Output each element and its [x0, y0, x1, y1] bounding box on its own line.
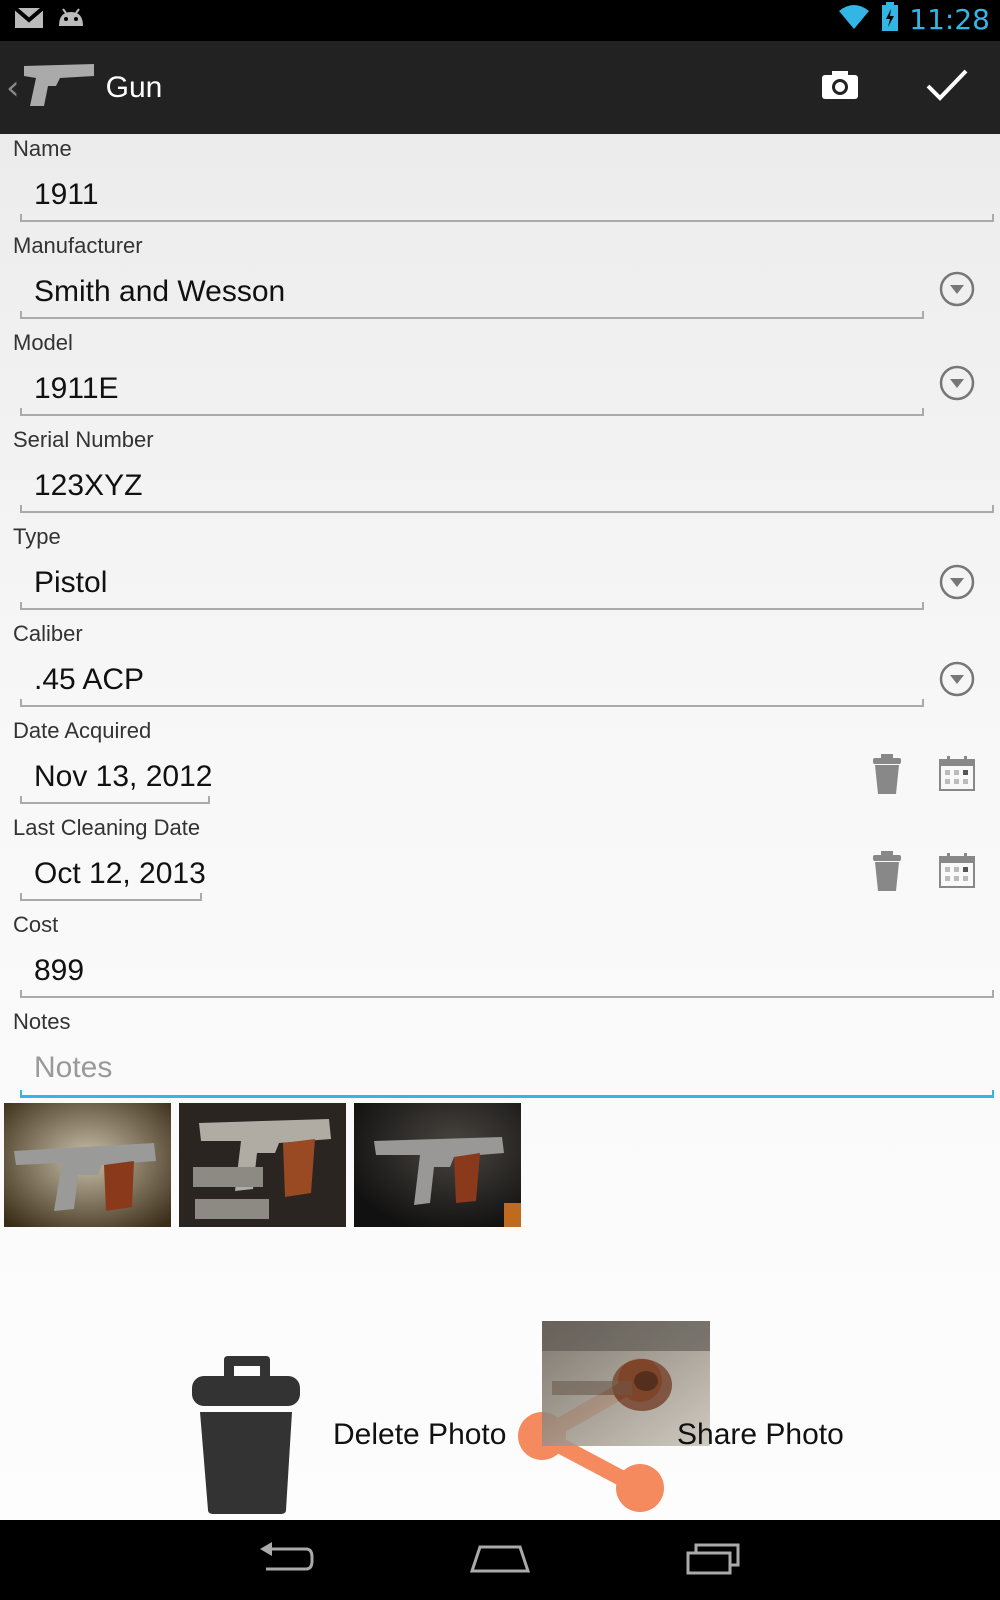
recent-apps-icon [684, 1541, 744, 1580]
delete-photo-label: Delete Photo [333, 1418, 507, 1451]
caliber-underline [20, 699, 924, 707]
manufacturer-input[interactable]: Smith and Wesson [34, 275, 285, 309]
caliber-input[interactable]: .45 ACP [34, 663, 144, 697]
save-button[interactable] [897, 41, 997, 134]
manufacturer-label: Manufacturer [13, 233, 143, 258]
up-caret-icon: ‹ [6, 67, 20, 108]
navigation-bar [0, 1520, 1000, 1600]
serial-number-field: Serial Number 123XYZ [0, 425, 1000, 522]
cost-label: Cost [13, 912, 59, 937]
name-input[interactable]: 1911 [34, 178, 99, 212]
serial-number-label: Serial Number [13, 427, 154, 452]
serial-number-underline [20, 505, 994, 513]
battery-charging-icon [881, 2, 899, 37]
pistol-icon [20, 60, 96, 115]
back-button[interactable] [236, 1530, 336, 1590]
page-title: Gun [105, 70, 163, 104]
last-cleaning-date-underline [20, 893, 202, 901]
name-underline [20, 214, 994, 222]
chevron-down-icon[interactable] [937, 659, 977, 699]
manufacturer-underline [20, 311, 924, 319]
cost-input[interactable]: 899 [34, 954, 84, 988]
back-icon [256, 1541, 316, 1580]
calendar-icon[interactable] [937, 851, 977, 891]
up-navigation[interactable]: ‹ Gun [0, 41, 162, 134]
status-bar: 11:28 [0, 0, 1000, 41]
clock: 11:28 [909, 3, 990, 36]
type-input[interactable]: Pistol [34, 566, 107, 600]
caliber-field: Caliber .45 ACP [0, 619, 1000, 716]
last-cleaning-date-field: Last Cleaning Date Oct 12, 2013 [0, 813, 1000, 910]
name-field: Name 1911 [0, 134, 1000, 231]
calendar-icon[interactable] [937, 754, 977, 794]
model-underline [20, 408, 924, 416]
last-cleaning-date-label: Last Cleaning Date [13, 815, 201, 840]
chevron-down-icon[interactable] [937, 269, 977, 309]
date-acquired-input[interactable]: Nov 13, 2012 [34, 760, 212, 794]
caliber-label: Caliber [13, 621, 83, 646]
camera-icon [820, 69, 860, 106]
photo-thumbnail-2[interactable] [179, 1103, 346, 1227]
recent-apps-button[interactable] [664, 1530, 764, 1590]
cost-underline [20, 990, 994, 998]
gmail-icon [13, 6, 45, 35]
type-underline [20, 602, 924, 610]
type-label: Type [13, 524, 61, 549]
date-acquired-underline [20, 796, 210, 804]
chevron-down-icon[interactable] [937, 363, 977, 403]
type-field: Type Pistol [0, 522, 1000, 619]
notes-field: Notes Notes [0, 1007, 1000, 1104]
trash-icon[interactable] [867, 849, 907, 891]
chevron-down-icon[interactable] [937, 562, 977, 602]
wifi-icon [837, 3, 871, 36]
checkmark-icon [925, 68, 969, 107]
date-acquired-label: Date Acquired [13, 718, 152, 743]
model-input[interactable]: 1911E [34, 372, 119, 406]
serial-number-input[interactable]: 123XYZ [34, 469, 142, 503]
last-cleaning-date-input[interactable]: Oct 12, 2013 [34, 857, 206, 891]
home-button[interactable] [450, 1530, 550, 1590]
android-icon [56, 6, 86, 35]
share-photo-label: Share Photo [677, 1418, 844, 1451]
model-label: Model [13, 330, 73, 355]
delete-photo-trash-icon[interactable] [192, 1354, 302, 1521]
home-icon [468, 1541, 532, 1580]
model-field: Model 1911E [0, 328, 1000, 425]
photo-thumbnail-3[interactable] [354, 1103, 521, 1227]
date-acquired-field: Date Acquired Nov 13, 2012 [0, 716, 1000, 813]
manufacturer-field: Manufacturer Smith and Wesson [0, 231, 1000, 328]
photo-drag-targets [0, 1300, 1000, 1520]
name-label: Name [13, 136, 72, 161]
cost-field: Cost 899 [0, 910, 1000, 1007]
notes-underline [20, 1090, 994, 1098]
action-bar: ‹ Gun [0, 41, 1000, 134]
notes-input[interactable]: Notes [34, 1051, 112, 1085]
photo-thumbnail-1[interactable] [4, 1103, 171, 1227]
notes-label: Notes [13, 1009, 71, 1034]
camera-button[interactable] [790, 41, 890, 134]
trash-icon[interactable] [867, 752, 907, 794]
